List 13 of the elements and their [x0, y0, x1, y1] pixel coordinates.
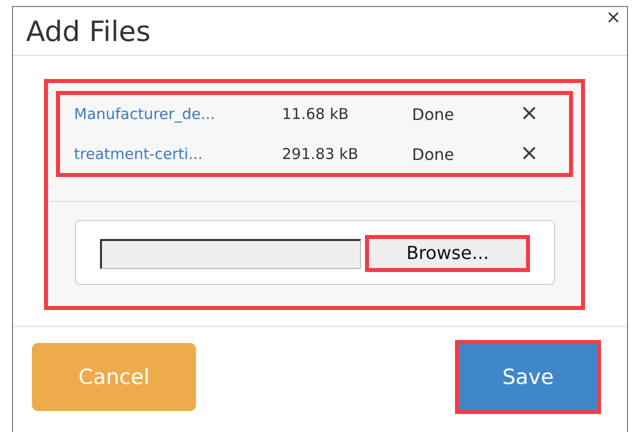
file-status: Done [412, 104, 456, 124]
save-button[interactable]: Save [455, 340, 601, 414]
close-button[interactable]: × [606, 9, 621, 27]
remove-button[interactable]: × [520, 103, 538, 125]
remove-button[interactable]: × [520, 143, 538, 165]
file-link[interactable]: treatment-certi... [74, 145, 282, 163]
file-size: 291.83 kB [282, 145, 360, 163]
file-status: Done [412, 144, 456, 164]
browse-button[interactable]: Browse... [365, 235, 530, 272]
file-input-field[interactable] [100, 238, 362, 268]
file-link[interactable]: Manufacturer_de... [74, 105, 282, 123]
dialog-title: Add Files [26, 15, 151, 48]
file-size: 11.68 kB [282, 105, 350, 123]
